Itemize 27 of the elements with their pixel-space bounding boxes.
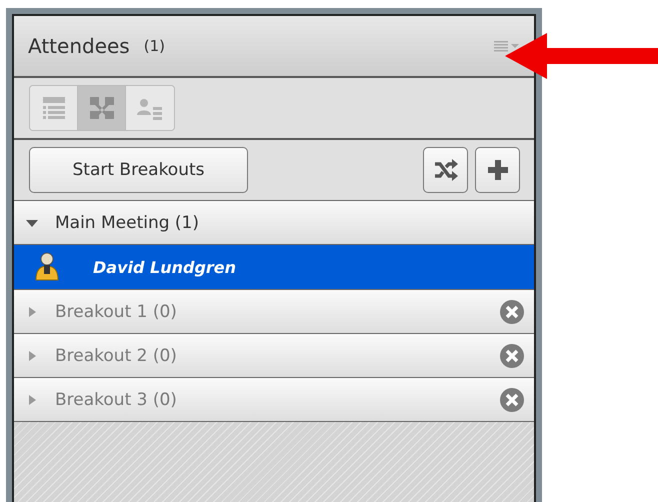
attendee-row[interactable]: David Lundgren (14, 245, 534, 290)
arrow-icon (505, 33, 658, 79)
attendee-name: David Lundgren (93, 258, 236, 276)
host-user-icon (33, 252, 61, 282)
attendee-count: (1) (144, 37, 165, 55)
collapsed-triangle-icon[interactable] (26, 306, 38, 318)
panel-title: Attendees (28, 34, 130, 58)
room-row[interactable]: Breakout 1 (0) (14, 290, 534, 334)
remove-icon[interactable] (500, 388, 524, 412)
remove-icon[interactable] (500, 300, 524, 324)
room-name: Breakout 3 (0) (55, 390, 177, 410)
add-button[interactable] (475, 147, 520, 193)
room-name: Breakout 1 (0) (55, 302, 177, 322)
collapsed-triangle-icon[interactable] (26, 350, 38, 362)
shuffle-button[interactable] (423, 147, 468, 193)
room-name: Breakout 2 (0) (55, 346, 177, 366)
room-row[interactable]: Breakout 3 (0) (14, 378, 534, 422)
plus-icon (486, 158, 510, 182)
start-breakouts-button[interactable]: Start Breakouts (29, 147, 248, 193)
breakout-view-button[interactable] (78, 86, 126, 130)
room-name: Main Meeting (1) (55, 212, 200, 232)
shuffle-icon (432, 158, 458, 182)
menu-icon[interactable] (494, 40, 520, 52)
collapsed-triangle-icon[interactable] (26, 394, 38, 406)
room-row[interactable]: Breakout 2 (0) (14, 334, 534, 378)
remove-icon[interactable] (500, 344, 524, 368)
room-row[interactable]: Main Meeting (1) (14, 201, 534, 245)
